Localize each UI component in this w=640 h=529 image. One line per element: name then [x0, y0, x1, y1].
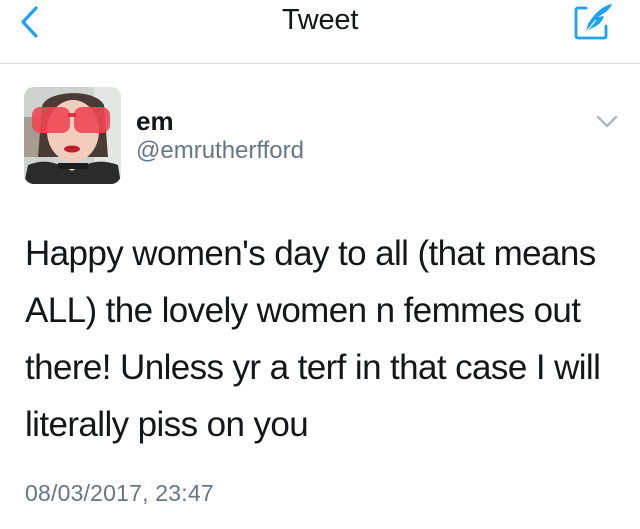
compose-tweet-button[interactable] [572, 2, 616, 42]
tweet-timestamp[interactable]: 08/03/2017, 23:47 [25, 480, 214, 507]
tweet-text: Happy women's day to all (that means ALL… [25, 234, 601, 444]
chevron-down-icon [596, 115, 618, 128]
compose-feather-icon [574, 4, 612, 40]
navigation-bar: Tweet [0, 0, 640, 64]
avatar[interactable] [24, 87, 121, 184]
profile-photo [24, 87, 121, 184]
tweet-menu-button[interactable] [592, 109, 622, 135]
author-display-name[interactable]: em [136, 106, 174, 137]
author-handle[interactable]: @emrutherfford [136, 137, 304, 165]
page-title: Tweet [281, 4, 359, 36]
